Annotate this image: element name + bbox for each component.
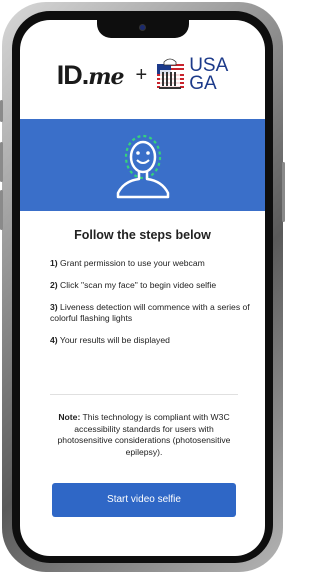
step-item: 3) Liveness detection will commence with… (50, 302, 250, 324)
step-number: 1) (50, 258, 58, 268)
note-text: This technology is compliant with W3C ac… (57, 412, 231, 457)
steps-title: Follow the steps below (74, 228, 211, 242)
step-text: Click "scan my face" to begin video self… (57, 280, 217, 290)
step-text: Liveness detection will commence with a … (50, 302, 250, 323)
front-camera-icon (139, 24, 146, 31)
capitol-flag-icon (157, 58, 185, 89)
phone-side-button (0, 100, 3, 122)
phone-side-button (0, 142, 3, 182)
steps-list: 1) Grant permission to use your webcam 2… (50, 258, 250, 357)
step-item: 1) Grant permission to use your webcam (50, 258, 250, 269)
divider (50, 394, 238, 395)
start-video-selfie-button[interactable]: Start video selfie (52, 483, 236, 517)
phone-notch (97, 20, 189, 38)
usa-ga-logo: USA GA (155, 56, 228, 94)
plus-sign: + (135, 63, 148, 86)
step-item: 4) Your results will be displayed (50, 335, 250, 346)
idme-logo-suffix: me (88, 63, 124, 90)
usa-ga-wordmark: USA GA (189, 56, 228, 94)
step-text: Your results will be displayed (57, 335, 170, 345)
phone-side-button (0, 190, 3, 230)
step-number: 3) (50, 302, 58, 312)
phone-screen: ID.me + USA GA Follow the steps below 1)… (20, 20, 265, 556)
logo-row: ID.me + USA GA (20, 55, 265, 95)
accessibility-note: Note: This technology is compliant with … (50, 412, 238, 458)
phone-side-button (282, 162, 285, 222)
step-number: 4) (50, 335, 58, 345)
note-label: Note: (58, 412, 81, 422)
idme-logo-main: ID. (56, 59, 90, 90)
step-item: 2) Click "scan my face" to begin video s… (50, 280, 250, 291)
face-scan-icon (116, 134, 169, 199)
idme-logo: ID.me (56, 59, 125, 91)
ga-text: GA (189, 73, 217, 94)
step-number: 2) (50, 280, 58, 290)
hero-banner (20, 119, 265, 211)
step-text: Grant permission to use your webcam (57, 258, 205, 268)
